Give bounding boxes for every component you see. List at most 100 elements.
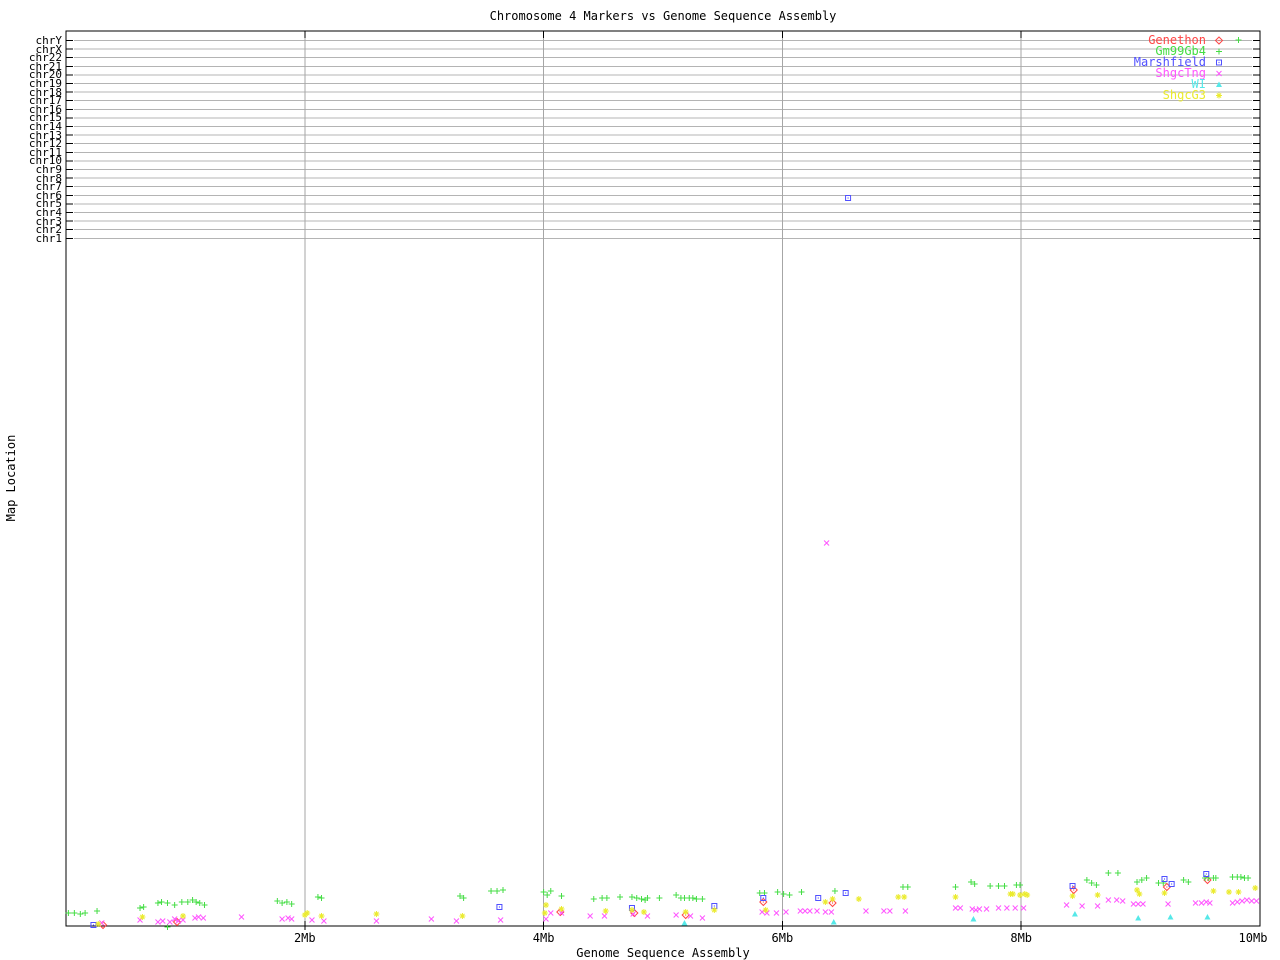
series-ShgcG3: [95, 885, 1259, 927]
marker: [983, 906, 990, 912]
marker: [547, 910, 554, 916]
marker: [542, 902, 549, 908]
marshfield-marker-icon: [1206, 57, 1232, 68]
marker: [904, 884, 911, 890]
x-tick-label-6Mb: 6Mb: [771, 931, 794, 945]
legend: Genethon Gm99Gb4 Marshfield ShgcTng WI ShgcG3: [1046, 34, 1232, 102]
marker: [238, 914, 245, 920]
marker: [1229, 900, 1236, 906]
marker: [780, 891, 787, 897]
marker: [1245, 875, 1252, 881]
marker: [558, 893, 565, 899]
marker: [656, 895, 663, 901]
legend-label-ShgcG3: ShgcG3: [1162, 88, 1206, 102]
marker: [547, 888, 554, 894]
marker: [154, 900, 161, 906]
marker: [590, 896, 597, 902]
marker: [1017, 882, 1024, 888]
marker: [902, 908, 909, 914]
marker: [1216, 81, 1222, 87]
series-Genethon: [98, 875, 1212, 930]
marker: [1001, 883, 1008, 889]
wi-marker-icon: [1206, 79, 1232, 90]
marker: [279, 916, 285, 922]
marker: [1214, 36, 1224, 45]
marker: [95, 921, 102, 927]
marker: [171, 902, 178, 908]
marker: [602, 908, 609, 914]
marker: [1105, 897, 1112, 903]
marker: [544, 892, 551, 898]
marker: [1094, 892, 1101, 898]
marker: [1069, 893, 1076, 899]
marker: [558, 906, 565, 912]
marker: [699, 915, 706, 921]
series-ShgcTng: [98, 540, 1260, 926]
marker: [309, 917, 315, 923]
marker: [952, 894, 959, 900]
gm99gb4-marker-icon: [1206, 46, 1232, 57]
marker: [773, 910, 780, 916]
marker: [195, 914, 202, 920]
marker: [699, 896, 706, 902]
marker: [995, 883, 1002, 889]
marker: [494, 888, 501, 894]
marker: [1140, 901, 1146, 907]
marker: [828, 909, 835, 915]
marker: [98, 920, 105, 926]
marker: [1113, 897, 1120, 903]
marker: [952, 905, 959, 911]
marker: [1135, 901, 1142, 907]
marker: [976, 906, 983, 912]
marker: [815, 895, 822, 901]
marker: [831, 888, 838, 894]
marker: [500, 887, 507, 893]
marker: [845, 195, 852, 201]
marker: [1020, 905, 1027, 911]
marker: [1204, 914, 1211, 920]
marker: [1248, 898, 1255, 904]
marker: [497, 917, 504, 923]
marker: [459, 913, 466, 919]
marker: [638, 896, 645, 902]
x-tick-label-4Mb: 4Mb: [532, 931, 555, 945]
marker: [1225, 889, 1232, 895]
marker: [895, 894, 902, 900]
marker: [1012, 905, 1019, 911]
marker: [1239, 898, 1245, 904]
marker: [318, 913, 325, 919]
marker: [285, 915, 291, 921]
marker: [689, 895, 696, 901]
marker: [139, 914, 146, 920]
marker: [98, 920, 108, 930]
marker: [842, 890, 849, 896]
marker: [829, 896, 836, 902]
marker: [1216, 92, 1222, 99]
marker: [628, 894, 635, 900]
x-tick-label-10Mb: 10Mb: [1238, 931, 1268, 945]
marker: [1094, 903, 1101, 909]
marker: [1210, 888, 1217, 894]
marker: [783, 909, 789, 915]
marker: [192, 915, 198, 921]
marker: [140, 904, 147, 910]
shgcg3-marker-icon: [1206, 90, 1232, 101]
marker: [200, 915, 207, 921]
series-Gm99Gb4: [65, 37, 1252, 930]
marker: [1168, 881, 1175, 887]
marker: [1114, 870, 1121, 876]
marker: [318, 895, 325, 901]
marker: [1216, 48, 1222, 55]
marker: [855, 896, 862, 902]
marker: [178, 899, 185, 905]
marker: [1237, 874, 1244, 880]
marker: [972, 907, 979, 913]
marker: [288, 916, 295, 922]
marker: [543, 916, 549, 922]
marker: [94, 908, 101, 914]
marker: [167, 919, 173, 925]
genethon-marker-icon: [1206, 35, 1232, 46]
marker: [587, 913, 594, 919]
marker: [77, 911, 84, 917]
marker: [901, 894, 908, 900]
